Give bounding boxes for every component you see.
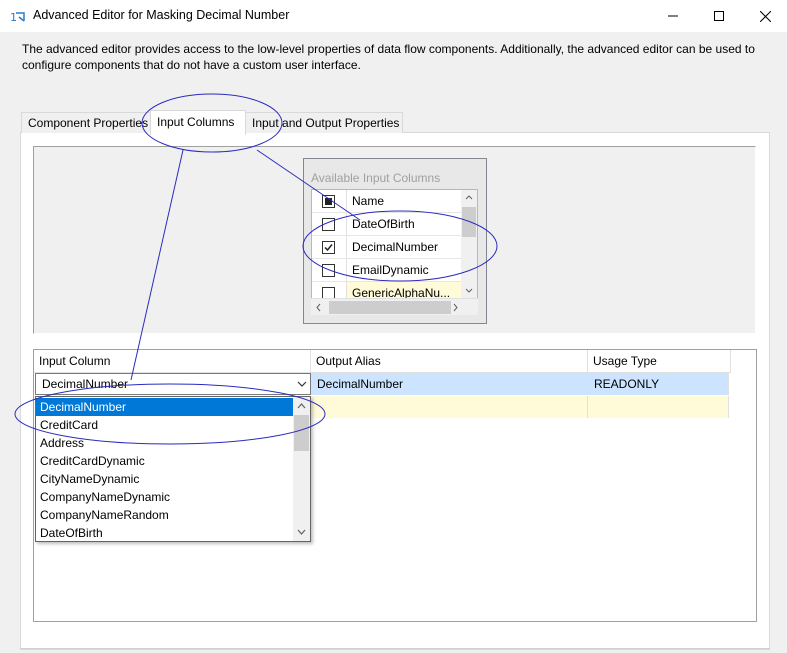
- new-row-cell[interactable]: [311, 396, 588, 418]
- dropdown-scrollbar[interactable]: [293, 397, 310, 541]
- maximize-button[interactable]: [696, 0, 742, 32]
- column-checkbox[interactable]: [322, 241, 335, 254]
- scroll-down-icon: [297, 529, 306, 535]
- tab-component-properties[interactable]: Component Properties: [21, 112, 151, 133]
- scroll-left-icon: [316, 303, 321, 312]
- editor-description: The advanced editor provides access to t…: [22, 42, 755, 72]
- column-name: DateOfBirth: [346, 213, 462, 235]
- available-columns-list: Name DateOfBirth DecimalNumber EmailDyna…: [311, 189, 478, 315]
- minimize-icon: [668, 15, 678, 17]
- dropdown-item[interactable]: CompanyNameRandom: [36, 506, 294, 524]
- dropdown-item[interactable]: CreditCardDynamic: [36, 452, 294, 470]
- dropdown-item[interactable]: CompanyNameDynamic: [36, 488, 294, 506]
- list-item[interactable]: DateOfBirth: [312, 213, 462, 236]
- dropdown-item[interactable]: CreditCard: [36, 416, 294, 434]
- input-column-dropdown: DecimalNumber CreditCard Address CreditC…: [35, 396, 311, 542]
- column-checkbox[interactable]: [322, 264, 335, 277]
- select-all-checkbox[interactable]: [322, 195, 335, 208]
- svg-text:1: 1: [10, 11, 17, 24]
- dropdown-item[interactable]: DateOfBirth: [36, 524, 294, 541]
- column-name: EmailDynamic: [346, 259, 462, 281]
- usage-type-cell[interactable]: READONLY: [588, 373, 729, 395]
- scroll-up-icon: [465, 195, 473, 200]
- output-alias-cell[interactable]: DecimalNumber: [311, 373, 588, 395]
- list-header: Name: [312, 190, 462, 213]
- scroll-right-icon: [453, 303, 458, 312]
- new-row-cell[interactable]: [588, 396, 729, 418]
- combobox-value: DecimalNumber: [42, 377, 129, 391]
- scroll-thumb[interactable]: [294, 415, 309, 451]
- minimize-button[interactable]: [650, 0, 696, 32]
- close-icon: [759, 10, 771, 22]
- available-columns-title: Available Input Columns: [311, 171, 441, 185]
- output-alias-header[interactable]: Output Alias: [311, 350, 588, 373]
- window-title: Advanced Editor for Masking Decimal Numb…: [33, 8, 290, 22]
- column-name: DecimalNumber: [346, 236, 462, 258]
- dropdown-item[interactable]: CityNameDynamic: [36, 470, 294, 488]
- divider: [20, 648, 770, 649]
- dropdown-item[interactable]: Address: [36, 434, 294, 452]
- close-button[interactable]: [742, 0, 787, 32]
- input-column-combobox[interactable]: DecimalNumber: [35, 373, 311, 395]
- name-column-header: Name: [346, 190, 462, 212]
- list-item[interactable]: EmailDynamic: [312, 259, 462, 282]
- tab-input-output-properties[interactable]: Input and Output Properties: [245, 112, 403, 133]
- input-column-header[interactable]: Input Column: [34, 350, 311, 373]
- scroll-down-icon: [465, 288, 473, 293]
- available-columns-vscrollbar[interactable]: [461, 190, 477, 298]
- check-icon: [324, 244, 333, 252]
- available-columns-hscrollbar[interactable]: [311, 298, 478, 315]
- maximize-icon: [714, 11, 724, 21]
- tab-input-columns[interactable]: Input Columns: [150, 110, 246, 135]
- dropdown-item[interactable]: DecimalNumber: [36, 398, 294, 416]
- app-icon: 1: [10, 9, 26, 25]
- chevron-down-icon: [297, 381, 306, 387]
- column-checkbox[interactable]: [322, 218, 335, 231]
- scroll-up-icon: [297, 403, 306, 409]
- dropdown-button[interactable]: [293, 374, 310, 394]
- usage-type-header[interactable]: Usage Type: [588, 350, 731, 373]
- list-item[interactable]: DecimalNumber: [312, 236, 462, 259]
